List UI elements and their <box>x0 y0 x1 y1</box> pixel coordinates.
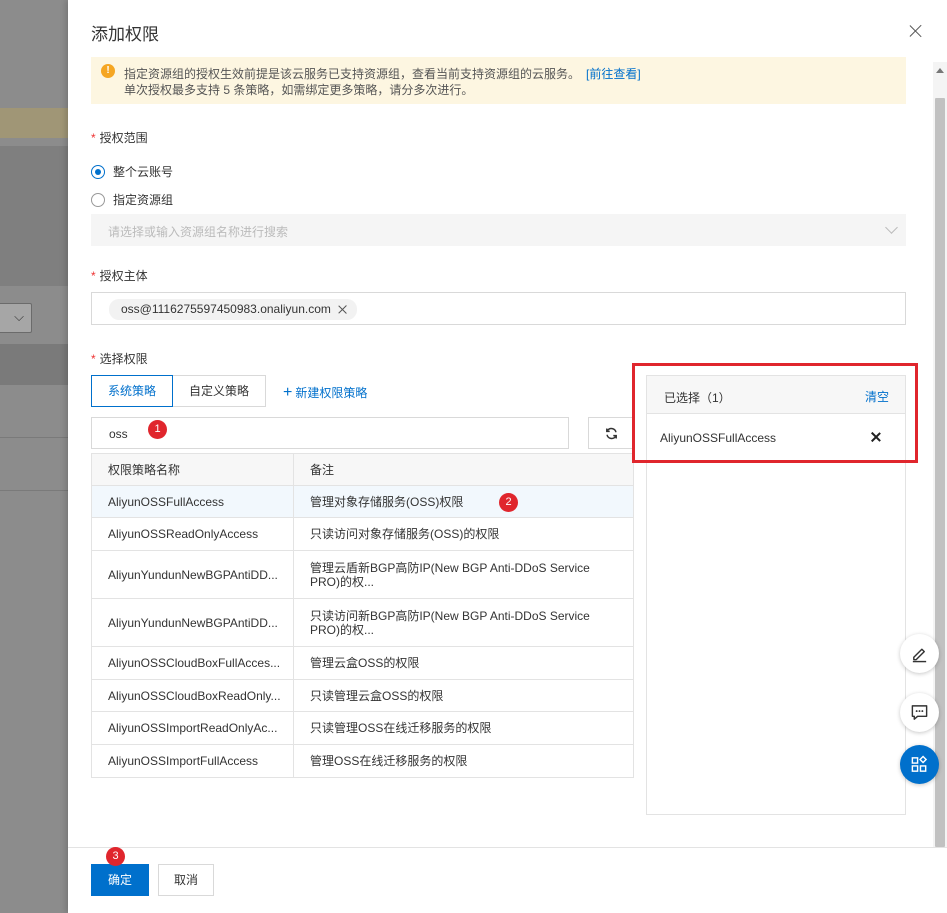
close-icon[interactable] <box>907 22 925 40</box>
cancel-button[interactable]: 取消 <box>158 864 214 896</box>
required-mark: * <box>91 131 96 145</box>
scrollbar[interactable] <box>933 62 947 847</box>
scroll-up-icon[interactable] <box>936 68 944 73</box>
drawer-footer: 确定 取消 3 <box>68 847 947 913</box>
notice-line-2: 单次授权最多支持 5 条策略，如需绑定更多策略，请分多次进行。 <box>124 83 474 97</box>
background-panel <box>0 146 68 286</box>
policy-note: 管理OSS在线迁移服务的权限 <box>310 754 468 768</box>
refresh-button[interactable] <box>588 417 634 449</box>
background-banner <box>0 108 68 138</box>
policy-note: 只读访问对象存储服务(OSS)的权限 <box>310 527 500 541</box>
policy-name: AliyunYundunNewBGPAntiDD... <box>92 599 294 646</box>
highlight-box <box>632 363 918 463</box>
resource-group-select[interactable]: 请选择或输入资源组名称进行搜索 <box>91 214 906 246</box>
radio-label: 整个云账号 <box>113 165 174 179</box>
policy-note: 只读管理OSS在线迁移服务的权限 <box>310 721 492 735</box>
table-row[interactable]: AliyunOSSFullAccess 管理对象存储服务(OSS)权限 <box>92 486 633 518</box>
policy-name: AliyunOSSCloudBoxReadOnly... <box>92 680 294 711</box>
table-header: 权限策略名称 备注 <box>92 454 633 486</box>
new-policy-button[interactable]: + 新建权限策略 <box>283 384 367 401</box>
confirm-button[interactable]: 确定 <box>91 864 149 896</box>
permissions-label: * 选择权限 <box>91 350 148 367</box>
policy-note: 管理云盾新BGP高防IP(New BGP Anti-DDoS Service P… <box>310 560 590 589</box>
divider <box>0 437 68 438</box>
column-header-note: 备注 <box>310 463 335 477</box>
drawer-title: 添加权限 <box>91 25 159 44</box>
chevron-down-icon <box>885 221 898 234</box>
apps-icon <box>911 755 928 772</box>
notice-text: 指定资源组的授权生效前提是该云服务已支持资源组，查看当前支持资源组的云服务。 <box>124 67 581 81</box>
chat-icon <box>911 705 928 720</box>
principal-tag: oss@1116275597450983.onaliyun.com <box>109 299 357 320</box>
radio-unchecked-icon[interactable] <box>91 192 105 207</box>
resource-group-placeholder: 请选择或输入资源组名称进行搜索 <box>108 225 289 239</box>
principal-input[interactable]: oss@1116275597450983.onaliyun.com <box>91 292 906 325</box>
scope-label-text: 授权范围 <box>99 131 148 145</box>
table-row[interactable]: AliyunYundunNewBGPAntiDD... 管理云盾新BGP高防IP… <box>92 551 633 599</box>
add-permission-drawer: 添加权限 ! 指定资源组的授权生效前提是该云服务已支持资源组，查看当前支持资源组… <box>68 0 947 913</box>
background-select: ⌵ <box>0 303 32 333</box>
notice-banner: ! 指定资源组的授权生效前提是该云服务已支持资源组，查看当前支持资源组的云服务。… <box>91 57 906 104</box>
divider <box>0 490 68 491</box>
column-header-name: 权限策略名称 <box>92 454 294 485</box>
required-mark: * <box>91 352 96 366</box>
edit-float-button[interactable] <box>900 634 939 673</box>
policy-table: 权限策略名称 备注 AliyunOSSFullAccess 管理对象存储服务(O… <box>91 453 634 778</box>
apps-float-button[interactable] <box>900 745 939 784</box>
feedback-float-button[interactable] <box>900 693 939 732</box>
policy-name: AliyunOSSCloudBoxFullAcces... <box>92 647 294 679</box>
policy-name: AliyunOSSImportReadOnlyAc... <box>92 712 294 744</box>
policy-name: AliyunOSSImportFullAccess <box>92 745 294 777</box>
annotation-badge-1: 1 <box>148 420 167 439</box>
tab-custom-policy[interactable]: 自定义策略 <box>172 375 267 407</box>
radio-resource-group[interactable]: 指定资源组 <box>91 191 173 208</box>
view-link[interactable]: [前往查看] <box>586 67 641 81</box>
policy-name: AliyunOSSFullAccess <box>92 486 294 517</box>
notice-line-1: 指定资源组的授权生效前提是该云服务已支持资源组，查看当前支持资源组的云服务。 [前… <box>124 65 641 82</box>
refresh-icon <box>606 427 617 440</box>
scrollbar-thumb[interactable] <box>935 98 945 847</box>
background-table-header <box>0 344 68 384</box>
pencil-icon <box>912 648 927 663</box>
policy-note: 只读管理云盒OSS的权限 <box>310 688 444 703</box>
search-value: oss <box>109 427 128 441</box>
table-row[interactable]: AliyunOSSCloudBoxReadOnly... 只读管理云盒OSS的权… <box>92 680 633 712</box>
chevron-down-icon: ⌵ <box>14 309 24 324</box>
policy-note: 管理对象存储服务(OSS)权限 <box>310 494 464 509</box>
divider <box>0 384 68 385</box>
table-row[interactable]: AliyunOSSCloudBoxFullAcces... 管理云盒OSS的权限 <box>92 647 633 680</box>
policy-note: 管理云盒OSS的权限 <box>310 656 420 670</box>
principal-label-text: 授权主体 <box>99 269 148 283</box>
annotation-badge-2: 2 <box>499 493 518 512</box>
remove-tag-icon[interactable] <box>337 304 348 315</box>
policy-name: AliyunYundunNewBGPAntiDD... <box>92 551 294 598</box>
drawer-header: 添加权限 <box>68 0 947 62</box>
table-row[interactable]: AliyunOSSImportReadOnlyAc... 只读管理OSS在线迁移… <box>92 712 633 745</box>
background-page: ⌵ <box>0 0 68 913</box>
required-mark: * <box>91 269 96 283</box>
radio-checked-icon[interactable] <box>91 164 105 179</box>
new-policy-label: 新建权限策略 <box>295 386 368 400</box>
table-row[interactable]: AliyunOSSReadOnlyAccess 只读访问对象存储服务(OSS)的… <box>92 518 633 551</box>
warning-icon: ! <box>101 64 115 78</box>
table-row[interactable]: AliyunYundunNewBGPAntiDD... 只读访问新BGP高防IP… <box>92 599 633 647</box>
table-row[interactable]: AliyunOSSImportFullAccess 管理OSS在线迁移服务的权限 <box>92 745 633 777</box>
principal-label: * 授权主体 <box>91 267 148 284</box>
annotation-badge-3: 3 <box>106 847 125 866</box>
plus-icon: + <box>283 383 293 401</box>
principal-tag-text: oss@1116275597450983.onaliyun.com <box>121 302 331 316</box>
radio-whole-account[interactable]: 整个云账号 <box>91 163 173 180</box>
tab-system-policy[interactable]: 系统策略 <box>91 375 174 407</box>
permissions-label-text: 选择权限 <box>99 352 148 366</box>
policy-name: AliyunOSSReadOnlyAccess <box>92 518 294 550</box>
scope-label: * 授权范围 <box>91 129 148 146</box>
policy-type-tabs: 系统策略 自定义策略 <box>91 375 267 407</box>
policy-note: 只读访问新BGP高防IP(New BGP Anti-DDoS Service P… <box>310 608 590 637</box>
radio-label: 指定资源组 <box>113 193 174 207</box>
